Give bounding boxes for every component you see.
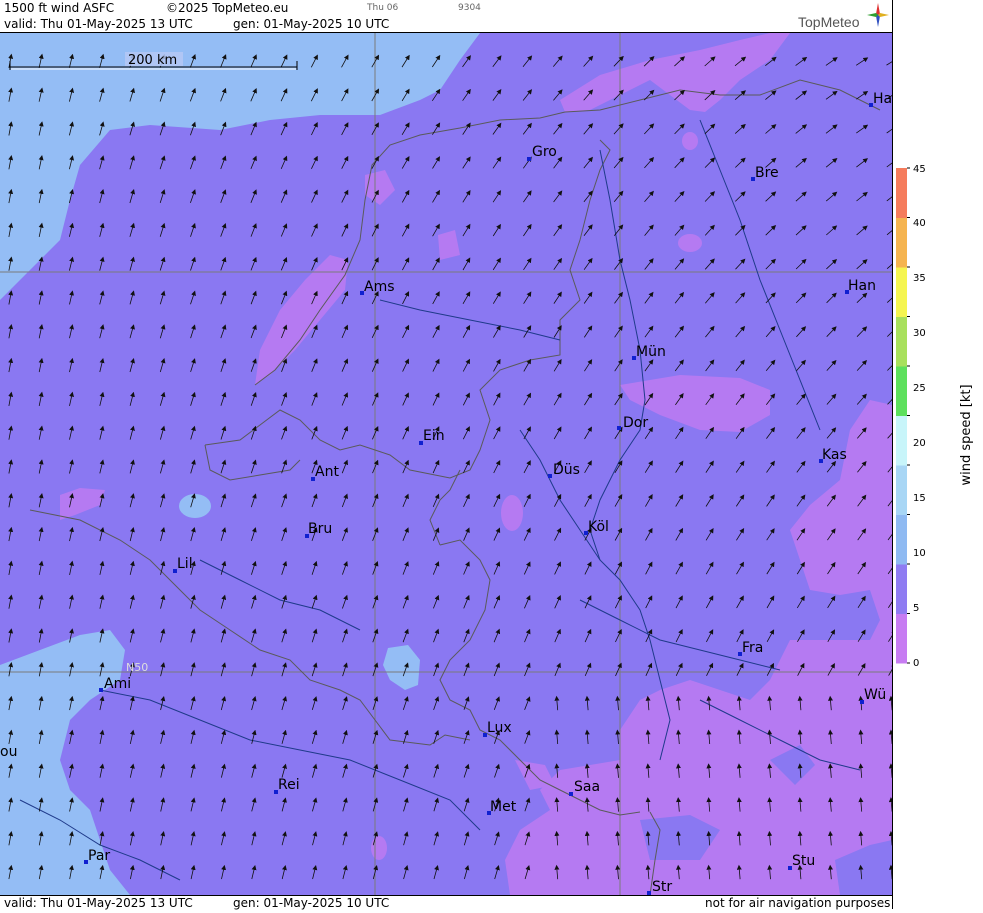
legend-title: wind speed [kt] xyxy=(959,384,974,485)
city-label: Fra xyxy=(742,640,763,656)
city-marker: ou xyxy=(0,744,17,760)
city-label: Han xyxy=(848,278,876,294)
wind-field-low xyxy=(501,495,523,531)
city-marker[interactable]: Bru xyxy=(305,521,332,538)
legend-band xyxy=(896,168,907,218)
legend-band xyxy=(896,316,907,367)
city-label: Ant xyxy=(315,464,339,480)
wind-field-low xyxy=(682,132,698,150)
city-label: Str xyxy=(652,879,672,895)
small-code: 9304 xyxy=(458,3,481,13)
small-day: Thu 06 xyxy=(367,3,399,13)
city-marker[interactable]: Fra xyxy=(738,640,763,656)
map-footer: valid: Thu 01-May-2025 13 UTC gen: 01-Ma… xyxy=(0,895,892,910)
logo-text: TopMeteo xyxy=(798,14,860,30)
city-marker[interactable]: Köl xyxy=(584,519,609,535)
city-label: Ami xyxy=(104,676,131,692)
city-label: Ha xyxy=(873,91,892,107)
legend-tick: 15 xyxy=(913,493,926,504)
city-label: Lux xyxy=(487,720,512,736)
city-label: Dor xyxy=(623,415,648,431)
legend-tick: 10 xyxy=(913,548,926,559)
city-label: Gro xyxy=(532,144,557,160)
footer-valid-time: valid: Thu 01-May-2025 13 UTC xyxy=(4,896,193,910)
legend-color-bars xyxy=(896,167,910,664)
legend-tick: 45 xyxy=(913,164,926,175)
city-marker[interactable]: Bre xyxy=(751,165,779,181)
compass-logo-icon xyxy=(867,3,889,27)
wind-speed-legend: 0 5 10 15 20 25 30 35 40 45 wind speed [… xyxy=(896,164,974,669)
gen-time: gen: 01-May-2025 10 UTC xyxy=(233,17,390,31)
legend-tick: 5 xyxy=(913,603,919,614)
city-label: ou xyxy=(0,744,17,760)
legend-tick: 30 xyxy=(913,328,926,339)
legend-tick: 20 xyxy=(913,438,926,449)
city-marker[interactable]: Par xyxy=(84,848,110,864)
legend-band xyxy=(896,564,907,614)
legend-band xyxy=(896,267,907,317)
city-marker[interactable]: Lux xyxy=(483,720,512,737)
legend-band xyxy=(896,465,907,515)
disclaimer: not for air navigation purposes xyxy=(705,896,891,910)
legend-tick: 0 xyxy=(913,658,919,669)
valid-time: valid: Thu 01-May-2025 13 UTC xyxy=(4,17,193,31)
city-label: Ams xyxy=(364,279,395,295)
copyright: ©2025 TopMeteo.eu xyxy=(166,1,289,15)
city-marker[interactable]: Düs xyxy=(548,462,580,478)
legend-band xyxy=(896,366,907,416)
city-label: Met xyxy=(490,799,517,815)
city-label: Köl xyxy=(588,519,609,535)
city-marker[interactable]: Wü xyxy=(860,687,886,704)
city-label: Stu xyxy=(792,853,815,869)
city-marker[interactable]: Han xyxy=(845,278,876,294)
city-marker[interactable]: Ami xyxy=(99,676,131,692)
legend-ticks: 0 5 10 15 20 25 30 35 40 45 xyxy=(913,164,926,669)
map-header: 1500 ft wind ASFC ©2025 TopMeteo.eu Thu … xyxy=(0,0,892,33)
city-marker[interactable]: Rei xyxy=(274,777,300,794)
city-marker[interactable]: Met xyxy=(487,799,517,815)
city-label: Düs xyxy=(553,462,580,478)
city-label: Saa xyxy=(574,779,600,795)
city-label: Kas xyxy=(822,447,847,463)
legend-band xyxy=(896,514,907,565)
city-label: Bre xyxy=(755,165,779,181)
city-marker[interactable]: Stu xyxy=(788,853,815,870)
city-label: Mün xyxy=(636,344,666,360)
city-marker[interactable]: Ams xyxy=(360,279,395,295)
latitude-label: N50 xyxy=(126,661,148,674)
city-label: Par xyxy=(88,848,110,864)
city-marker[interactable]: Ant xyxy=(311,464,339,481)
legend-band xyxy=(896,217,907,268)
legend-tick: 40 xyxy=(913,218,926,229)
city-label: Bru xyxy=(308,521,332,537)
city-label: Wü xyxy=(864,687,886,703)
legend-band xyxy=(896,613,907,664)
wind-field-low xyxy=(678,234,702,252)
legend-tick: 25 xyxy=(913,383,926,394)
city-marker[interactable]: Ha xyxy=(869,91,892,107)
city-marker[interactable]: Mün xyxy=(632,344,666,360)
city-label: Lil xyxy=(177,556,193,572)
city-marker[interactable]: Saa xyxy=(569,779,600,796)
wind-field-low xyxy=(371,836,387,860)
legend-panel: 0 5 10 15 20 25 30 35 40 45 wind speed [… xyxy=(892,0,983,909)
city-label: Ein xyxy=(423,428,445,444)
city-marker[interactable]: Gro xyxy=(527,144,557,161)
legend-band xyxy=(896,415,907,466)
city-marker[interactable]: Ein xyxy=(419,428,445,445)
city-marker[interactable]: Kas xyxy=(819,447,847,463)
wind-map[interactable]: 200 km N50 Gro Bre Ha Han Ams Mün Dor Ei… xyxy=(0,33,892,895)
wind-field-blob xyxy=(179,494,211,518)
map-title: 1500 ft wind ASFC xyxy=(4,1,115,15)
city-label: Rei xyxy=(278,777,300,793)
scale-label: 200 km xyxy=(128,53,177,68)
footer-gen-time: gen: 01-May-2025 10 UTC xyxy=(233,896,390,910)
legend-tick: 35 xyxy=(913,273,926,284)
